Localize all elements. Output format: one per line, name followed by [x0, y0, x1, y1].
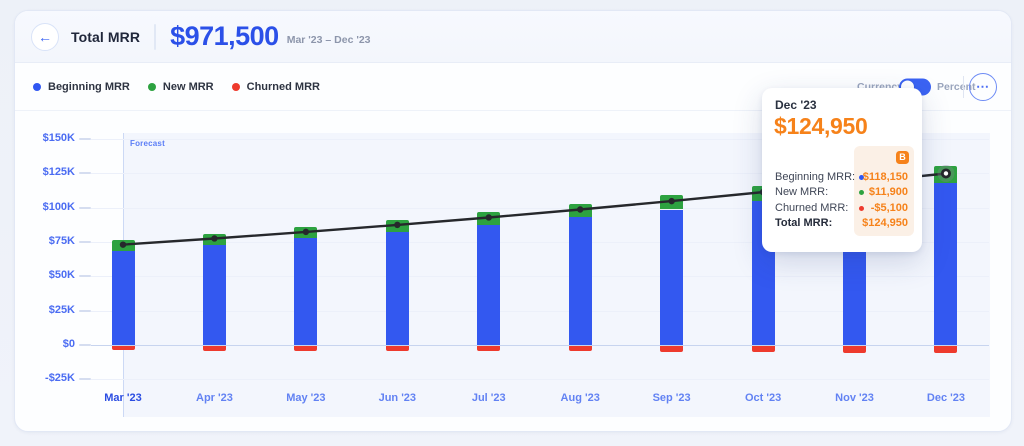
tooltip-row-total-mrr: Total MRR: $124,950 [775, 216, 908, 231]
tooltip-row-value: $118,150 [863, 171, 908, 183]
y-axis-tick-label: $100K [19, 201, 75, 213]
x-axis-label-oct-23: Oct '23 [731, 392, 795, 404]
bar-segment-churned-mrr [294, 346, 317, 351]
tooltip-row-new-mrr: New MRR: $11,900 [775, 185, 908, 200]
y-axis-tick-label: $25K [19, 304, 75, 316]
bar-segment-beginning-mrr [660, 210, 683, 345]
bar-segment-beginning-mrr [294, 238, 317, 345]
bar-segment-new-mrr [660, 195, 683, 209]
tooltip-row-dot-icon [859, 190, 864, 195]
bar-segment-new-mrr [112, 240, 135, 250]
x-axis-label-apr-23: Apr '23 [182, 392, 246, 404]
tooltip-row-label: Beginning MRR: [775, 171, 855, 183]
bar-segment-churned-mrr [569, 346, 592, 351]
bar-segment-beginning-mrr [112, 251, 135, 345]
x-axis-label-dec-23: Dec '23 [914, 392, 978, 404]
tooltip-row-value: -$5,100 [871, 202, 908, 214]
bar-segment-new-mrr [294, 227, 317, 238]
tooltip-row-label: Churned MRR: [775, 202, 848, 214]
y-axis-tick [79, 207, 91, 209]
y-axis-tick [79, 378, 91, 380]
y-axis-tick [79, 138, 91, 140]
tooltip-row-beginning-mrr: Beginning MRR: $118,150 [775, 170, 908, 185]
x-axis-label-sep-23: Sep '23 [640, 392, 704, 404]
x-axis-label-may-23: May '23 [274, 392, 338, 404]
tooltip-total-value: $124,950 [774, 113, 868, 140]
y-axis-tick [79, 344, 91, 346]
bar-segment-churned-mrr [477, 346, 500, 351]
tooltip-row-value: $11,900 [869, 186, 908, 198]
x-axis-label-aug-23: Aug '23 [548, 392, 612, 404]
y-axis-tick-label: $75K [19, 235, 75, 247]
y-axis-tick-label: $50K [19, 269, 75, 281]
bar-segment-churned-mrr [934, 346, 957, 353]
gridline [91, 379, 989, 380]
bar-segment-churned-mrr [386, 346, 409, 351]
bar-segment-churned-mrr [203, 346, 226, 351]
bar-segment-churned-mrr [660, 346, 683, 352]
tooltip-series-badge: B [896, 151, 909, 164]
y-axis-tick [79, 275, 91, 277]
forecast-label: Forecast [130, 139, 165, 148]
y-axis-tick [79, 172, 91, 174]
y-axis-tick-label: $125K [19, 166, 75, 178]
bar-segment-new-mrr [203, 234, 226, 245]
y-axis-tick-label: -$25K [19, 372, 75, 384]
bar-segment-beginning-mrr [477, 225, 500, 345]
bar-segment-beginning-mrr [386, 232, 409, 345]
tooltip-row-dot-icon [859, 206, 864, 211]
bar-segment-churned-mrr [112, 346, 135, 350]
tooltip-row-label: Total MRR: [775, 217, 832, 229]
x-axis-label-mar-23: Mar '23 [91, 392, 155, 404]
bar-segment-new-mrr [386, 220, 409, 232]
bar-segment-beginning-mrr [203, 245, 226, 345]
bar-segment-new-mrr [569, 204, 592, 217]
tooltip-month: Dec '23 [775, 98, 817, 112]
x-axis-label-jul-23: Jul '23 [457, 392, 521, 404]
bar-segment-beginning-mrr [569, 217, 592, 345]
tooltip-row-churned-mrr: Churned MRR: -$5,100 [775, 201, 908, 216]
x-axis-label-nov-23: Nov '23 [823, 392, 887, 404]
bar-segment-new-mrr [934, 166, 957, 182]
y-axis-tick [79, 241, 91, 243]
bar-segment-beginning-mrr [934, 183, 957, 345]
y-axis-tick [79, 310, 91, 312]
y-axis-tick-label: $0 [19, 338, 75, 350]
x-axis-label-jun-23: Jun '23 [365, 392, 429, 404]
tooltip-row-label: New MRR: [775, 186, 828, 198]
y-axis-tick-label: $150K [19, 132, 75, 144]
chart-tooltip: Dec '23 $124,950 B Beginning MRR: $118,15… [762, 88, 922, 252]
bar-segment-new-mrr [477, 212, 500, 225]
bar-segment-churned-mrr [752, 346, 775, 352]
tooltip-row-value: $124,950 [862, 217, 908, 229]
bar-segment-churned-mrr [843, 346, 866, 353]
